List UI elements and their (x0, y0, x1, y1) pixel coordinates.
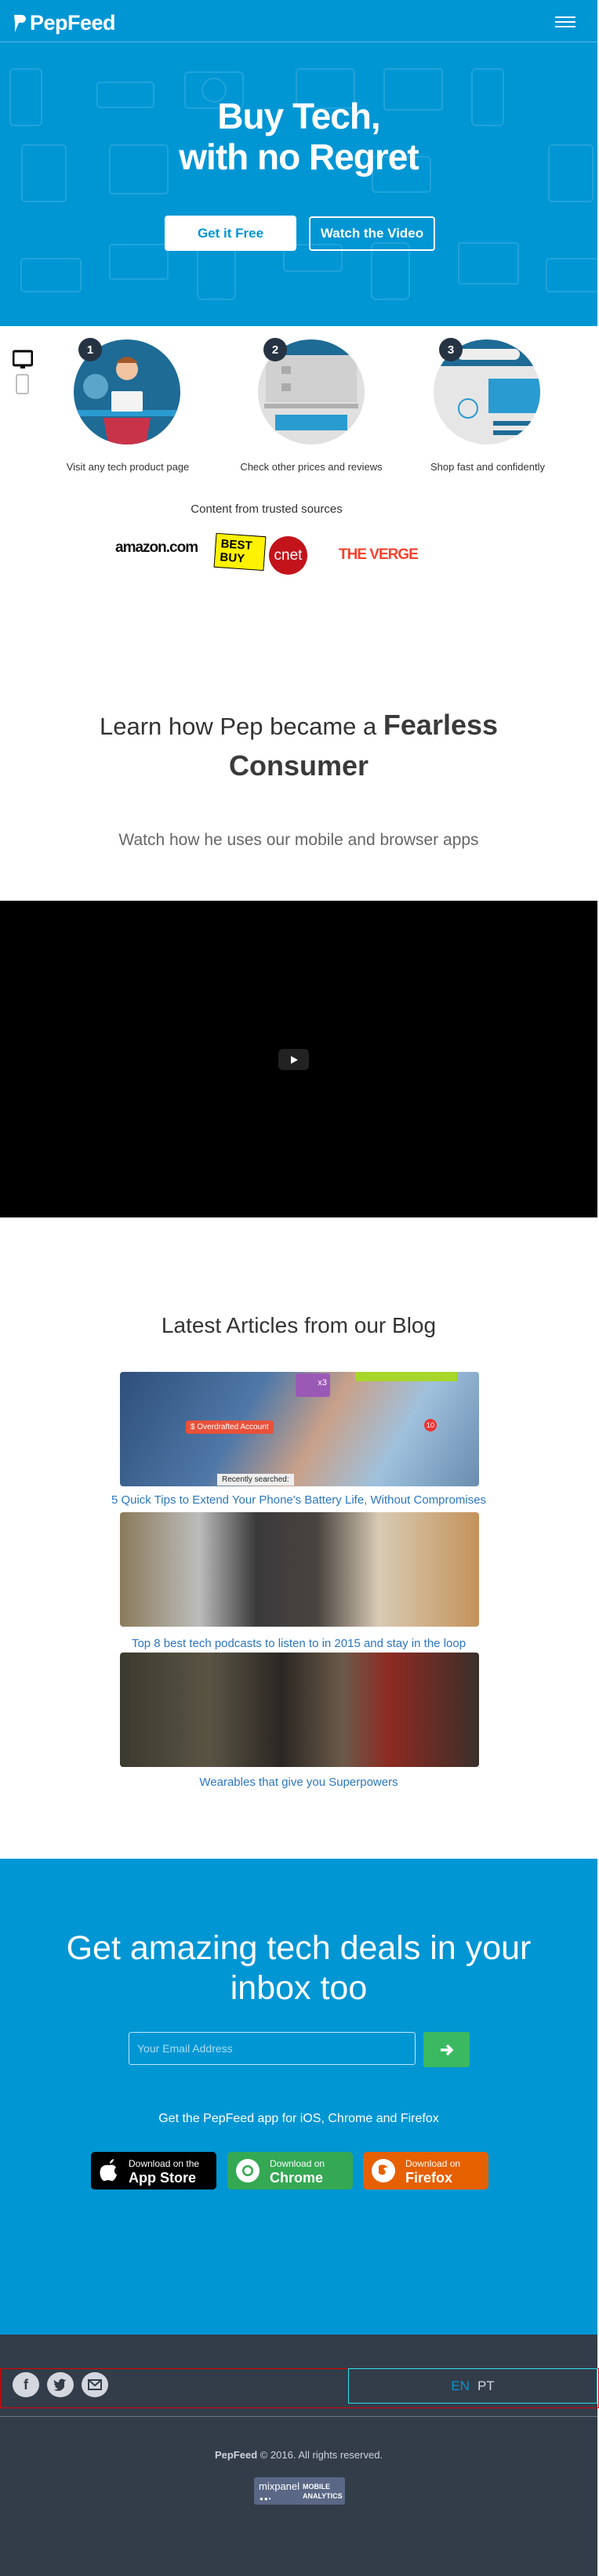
step-label: Visit any tech product page (66, 461, 190, 473)
mixpanel-line2: ANALYTICS (303, 2492, 343, 2500)
arrow-right-icon (440, 2044, 453, 2055)
hero-section: PepFeed Buy Tech, with no Regret Get it … (0, 0, 597, 326)
language-en[interactable]: EN (451, 2378, 470, 2394)
step-number-badge: 1 (78, 338, 102, 361)
mixpanel-line1: MOBILE (303, 2483, 330, 2491)
step-number-badge: 3 (439, 338, 463, 361)
article-1-link[interactable]: 5 Quick Tips to Extend Your Phone's Batt… (0, 1493, 597, 1507)
the-verge-logo: THE VERGE (339, 546, 419, 563)
title-regular: Learn how Pep became a (99, 713, 377, 740)
amazon-logo: amazon.com (115, 539, 198, 556)
badge-large-text: Firefox (405, 2170, 453, 2186)
pep-section-title: Learn how Pep became a Fearless Consumer (0, 706, 597, 787)
mixpanel-badge[interactable]: mixpanel MOBILE ANALYTICS ●●• (254, 2477, 345, 2505)
pepfeed-logo[interactable]: PepFeed (13, 11, 116, 35)
language-pt[interactable]: PT (477, 2378, 495, 2394)
mixpanel-dots-icon: ●●• (260, 2495, 272, 2502)
newsletter-title-line-1: Get amazing tech deals in your (66, 1929, 532, 1967)
step-label: Check other prices and reviews (240, 461, 383, 473)
subscribe-button[interactable] (423, 2032, 470, 2067)
blog-title: Latest Articles from our Blog (161, 1313, 437, 1337)
badge-small-text: Download on the (129, 2158, 200, 2169)
article-1-image[interactable]: $ Overdrafted Account x3 10 Recently sea… (120, 1372, 479, 1486)
image-overlay-text: 10 (424, 1419, 437, 1431)
article-3-link[interactable]: Wearables that give you Superpowers (0, 1776, 597, 1789)
footer-divider (0, 2416, 597, 2417)
image-overlay-text: Recently searched: (217, 1474, 294, 1486)
firefox-icon (372, 2159, 395, 2182)
title-bold: Fearless (383, 709, 499, 741)
newsletter-title-line-2: inbox too (230, 1969, 368, 2007)
article-3-image[interactable] (120, 1653, 479, 1767)
hero-title: Buy Tech, with no Regret (0, 96, 597, 177)
pep-section-subtitle: Watch how he uses our mobile and browser… (118, 831, 479, 849)
apple-icon (100, 2159, 117, 2181)
copyright: PepFeed © 2016. All rights reserved. (0, 2449, 597, 2461)
hero-title-line-2: with no Regret (179, 136, 419, 177)
facebook-icon[interactable]: f (13, 2372, 39, 2397)
hero-title-line-1: Buy Tech, (217, 96, 380, 136)
copyright-brand: PepFeed (214, 2449, 258, 2461)
chrome-icon (236, 2159, 260, 2182)
device-toggle (12, 350, 34, 399)
firefox-badge[interactable]: Download on Firefox (363, 2152, 488, 2190)
badge-large-text: App Store (129, 2170, 197, 2186)
mixpanel-name: mixpanel (259, 2480, 300, 2492)
language-switcher: EN PT (348, 2368, 597, 2404)
phone-icon[interactable] (16, 374, 29, 394)
badge-small-text: Download on (405, 2158, 461, 2169)
app-store-badge[interactable]: Download on the App Store (91, 2152, 216, 2190)
twitter-icon[interactable] (47, 2372, 74, 2397)
badge-small-text: Download on (270, 2158, 325, 2169)
article-2-link[interactable]: Top 8 best tech podcasts to listen to in… (0, 1637, 597, 1650)
step-number-badge: 2 (263, 338, 287, 361)
play-icon[interactable] (278, 1049, 309, 1070)
email-icon[interactable] (82, 2372, 108, 2397)
chrome-badge[interactable]: Download on Chrome (227, 2152, 353, 2190)
copyright-text: © 2016. All rights reserved. (260, 2449, 383, 2461)
apps-text: Get the PepFeed app for iOS, Chrome and … (158, 2112, 439, 2125)
desktop-icon[interactable] (12, 350, 34, 368)
title-bold: Consumer (228, 749, 369, 782)
image-overlay-text: x3 (296, 1373, 330, 1397)
watch-video-button[interactable]: Watch the Video (309, 216, 435, 251)
hamburger-icon[interactable] (555, 14, 575, 30)
step-label: Shop fast and confidently (430, 461, 545, 473)
email-input[interactable] (129, 2032, 416, 2065)
logo-text: PepFeed (30, 11, 116, 34)
newsletter-title: Get amazing tech deals in your inbox too (0, 1928, 597, 2008)
get-it-free-button[interactable]: Get it Free (165, 216, 296, 251)
article-2-image[interactable] (120, 1512, 479, 1627)
badge-large-text: Chrome (270, 2170, 324, 2186)
cnet-logo: cnet (269, 536, 307, 575)
image-overlay-bubble (355, 1372, 457, 1381)
pepfeed-logo-icon (14, 14, 26, 32)
image-overlay-text: $ Overdrafted Account (186, 1420, 274, 1434)
sources-title: Content from trusted sources (191, 503, 343, 516)
bestbuy-logo: BEST BUY (213, 532, 267, 571)
